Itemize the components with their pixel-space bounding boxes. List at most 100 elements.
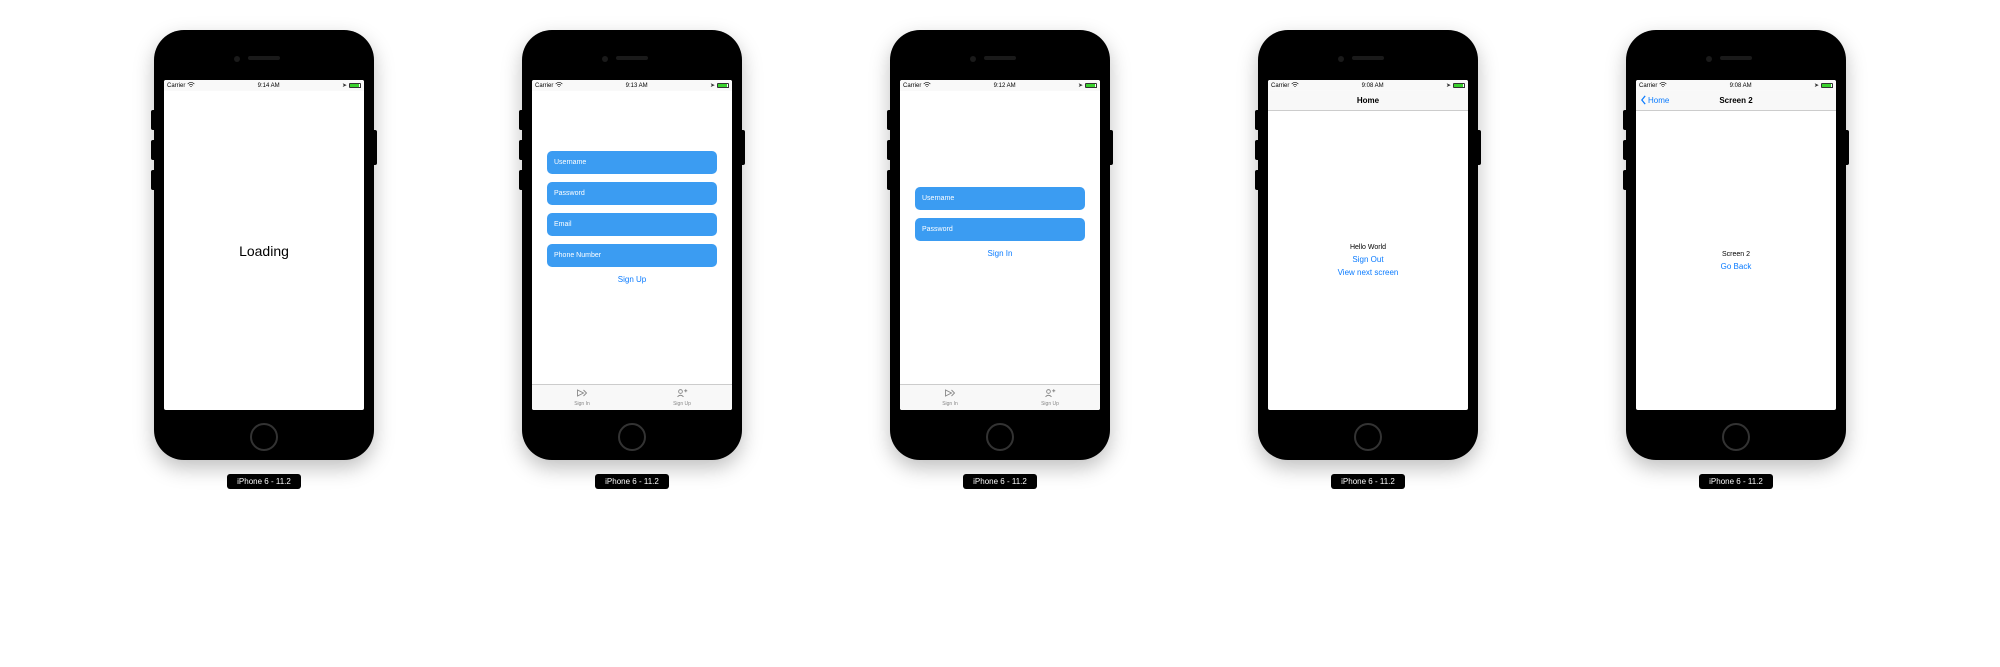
- signup-form: Username Password Email Phone Number Sig…: [532, 91, 732, 384]
- front-camera: [1338, 56, 1344, 62]
- battery-icon: [349, 83, 361, 88]
- home-button[interactable]: [1722, 423, 1750, 451]
- home-button[interactable]: [618, 423, 646, 451]
- nav-bar: Home: [1268, 91, 1468, 111]
- screen-home: Carrier 9:08 AM ➤ Home Hello World Sign …: [1268, 80, 1468, 410]
- front-camera: [1706, 56, 1712, 62]
- email-field[interactable]: Email: [547, 213, 717, 236]
- signup-icon: [1044, 388, 1056, 400]
- earpiece: [984, 56, 1016, 60]
- tab-signin[interactable]: Sign In: [900, 385, 1000, 410]
- simulator-label: iPhone 6 - 11.2: [227, 474, 301, 489]
- location-icon: ➤: [342, 82, 347, 89]
- sign-out-button[interactable]: Sign Out: [1352, 255, 1383, 264]
- nav-bar: Home Screen 2: [1636, 91, 1836, 111]
- status-bar: Carrier 9:08 AM ➤: [1636, 80, 1836, 91]
- go-back-button[interactable]: Go Back: [1721, 262, 1752, 271]
- home-button[interactable]: [1354, 423, 1382, 451]
- earpiece: [1720, 56, 1752, 60]
- tab-signin-label: Sign In: [574, 401, 590, 407]
- carrier-label: Carrier: [903, 83, 921, 89]
- clock: 9:13 AM: [626, 83, 648, 89]
- clock: 9:12 AM: [994, 83, 1016, 89]
- iphone-frame: Carrier 9:13 AM ➤ Username Password Emai…: [522, 30, 742, 460]
- location-icon: ➤: [710, 82, 715, 89]
- device-station-1: Carrier 9:14 AM ➤ Loading iPhone 6 - 11.…: [154, 30, 374, 489]
- location-icon: ➤: [1814, 82, 1819, 89]
- nav-title: Home: [1357, 96, 1379, 105]
- front-camera: [234, 56, 240, 62]
- iphone-frame: Carrier 9:12 AM ➤ Username Password Sign…: [890, 30, 1110, 460]
- location-icon: ➤: [1446, 82, 1451, 89]
- tab-signin[interactable]: Sign In: [532, 385, 632, 410]
- earpiece: [248, 56, 280, 60]
- screen-two: Carrier 9:08 AM ➤ Home S: [1636, 80, 1836, 410]
- signin-icon: [944, 388, 956, 400]
- phone-field[interactable]: Phone Number: [547, 244, 717, 267]
- home-content: Hello World Sign Out View next screen: [1268, 111, 1468, 410]
- battery-icon: [717, 83, 729, 88]
- wifi-icon: [555, 82, 563, 90]
- screen-loading: Carrier 9:14 AM ➤ Loading: [164, 80, 364, 410]
- carrier-label: Carrier: [167, 83, 185, 89]
- hello-world-label: Hello World: [1350, 244, 1386, 251]
- screen-signup: Carrier 9:13 AM ➤ Username Password Emai…: [532, 80, 732, 410]
- tab-signup[interactable]: Sign Up: [632, 385, 732, 410]
- password-field[interactable]: Password: [547, 182, 717, 205]
- iphone-frame: Carrier 9:14 AM ➤ Loading: [154, 30, 374, 460]
- home-button[interactable]: [986, 423, 1014, 451]
- loading-label: Loading: [239, 243, 289, 259]
- signin-button[interactable]: Sign In: [988, 249, 1013, 258]
- status-bar: Carrier 9:13 AM ➤: [532, 80, 732, 91]
- simulator-label: iPhone 6 - 11.2: [595, 474, 669, 489]
- front-camera: [602, 56, 608, 62]
- device-station-5: Carrier 9:08 AM ➤ Home S: [1626, 30, 1846, 489]
- location-icon: ➤: [1078, 82, 1083, 89]
- tab-bar: Sign In Sign Up: [532, 384, 732, 410]
- username-field[interactable]: Username: [547, 151, 717, 174]
- simulator-label: iPhone 6 - 11.2: [963, 474, 1037, 489]
- device-station-2: Carrier 9:13 AM ➤ Username Password Emai…: [522, 30, 742, 489]
- clock: 9:08 AM: [1730, 83, 1752, 89]
- back-button[interactable]: Home: [1640, 95, 1669, 107]
- wifi-icon: [923, 82, 931, 90]
- earpiece: [616, 56, 648, 60]
- status-bar: Carrier 9:08 AM ➤: [1268, 80, 1468, 91]
- earpiece: [1352, 56, 1384, 60]
- tab-signup-label: Sign Up: [673, 401, 691, 407]
- battery-icon: [1821, 83, 1833, 88]
- chevron-left-icon: [1640, 95, 1647, 107]
- carrier-label: Carrier: [535, 83, 553, 89]
- status-bar: Carrier 9:12 AM ➤: [900, 80, 1100, 91]
- view-next-button[interactable]: View next screen: [1338, 268, 1399, 277]
- iphone-frame: Carrier 9:08 AM ➤ Home S: [1626, 30, 1846, 460]
- nav-title: Screen 2: [1719, 96, 1752, 105]
- signup-button[interactable]: Sign Up: [618, 275, 646, 284]
- username-field[interactable]: Username: [915, 187, 1085, 210]
- battery-icon: [1453, 83, 1465, 88]
- carrier-label: Carrier: [1271, 83, 1289, 89]
- carrier-label: Carrier: [1639, 83, 1657, 89]
- device-station-3: Carrier 9:12 AM ➤ Username Password Sign…: [890, 30, 1110, 489]
- wifi-icon: [187, 82, 195, 90]
- back-label: Home: [1648, 96, 1669, 105]
- screen2-label: Screen 2: [1722, 251, 1750, 258]
- tab-bar: Sign In Sign Up: [900, 384, 1100, 410]
- tab-signup[interactable]: Sign Up: [1000, 385, 1100, 410]
- signin-form: Username Password Sign In: [900, 91, 1100, 384]
- clock: 9:14 AM: [258, 83, 280, 89]
- front-camera: [970, 56, 976, 62]
- tab-signup-label: Sign Up: [1041, 401, 1059, 407]
- screen2-content: Screen 2 Go Back: [1636, 111, 1836, 410]
- password-field[interactable]: Password: [915, 218, 1085, 241]
- signup-icon: [676, 388, 688, 400]
- tab-signin-label: Sign In: [942, 401, 958, 407]
- device-station-4: Carrier 9:08 AM ➤ Home Hello World Sign …: [1258, 30, 1478, 489]
- signin-icon: [576, 388, 588, 400]
- wifi-icon: [1659, 82, 1667, 90]
- screen-signin: Carrier 9:12 AM ➤ Username Password Sign…: [900, 80, 1100, 410]
- clock: 9:08 AM: [1362, 83, 1384, 89]
- simulator-label: iPhone 6 - 11.2: [1331, 474, 1405, 489]
- home-button[interactable]: [250, 423, 278, 451]
- battery-icon: [1085, 83, 1097, 88]
